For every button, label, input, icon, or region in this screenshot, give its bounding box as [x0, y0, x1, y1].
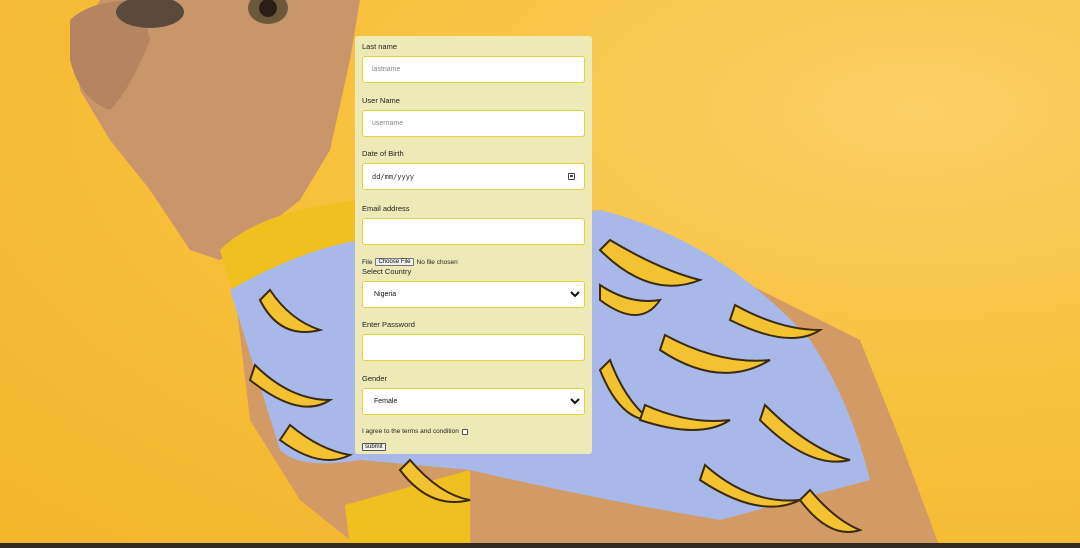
user-name-group: User Name username — [362, 96, 585, 137]
chevron-down-icon — [570, 397, 580, 407]
country-select[interactable]: Nigeria — [362, 281, 585, 308]
file-label: File — [362, 258, 373, 266]
gender-group: Gender Female — [362, 374, 585, 415]
terms-group: I agree to the terms and condition submi… — [362, 428, 585, 453]
dob-label: Date of Birth — [362, 149, 404, 158]
country-selected: Nigeria — [374, 291, 397, 298]
terms-row: I agree to the terms and condition — [362, 428, 585, 435]
submit-button[interactable]: submit — [362, 443, 386, 451]
last-name-placeholder: lastname — [372, 66, 401, 73]
email-label: Email address — [362, 204, 410, 213]
country-group: Select Country Nigeria — [362, 267, 585, 308]
terms-label: I agree to the terms and condition — [362, 428, 459, 435]
file-group: File Choose File No file chosen — [362, 258, 585, 266]
bottom-border — [0, 543, 1080, 548]
last-name-group: Last name lastname — [362, 42, 585, 83]
country-label: Select Country — [362, 267, 412, 276]
user-name-input[interactable]: username — [362, 110, 585, 137]
file-row: File Choose File No file chosen — [362, 258, 585, 266]
registration-form: Last name lastname User Name username Da… — [355, 36, 592, 454]
calendar-icon[interactable] — [568, 173, 575, 180]
gender-label: Gender — [362, 374, 388, 383]
choose-file-button[interactable]: Choose File — [375, 258, 414, 266]
last-name-label: Last name — [362, 42, 398, 51]
last-name-input[interactable]: lastname — [362, 56, 585, 83]
file-status: No file chosen — [416, 258, 458, 266]
terms-checkbox[interactable] — [461, 428, 468, 435]
dob-group: Date of Birth dd/mm/yyyy — [362, 149, 585, 190]
password-input[interactable] — [362, 334, 585, 361]
gender-selected: Female — [374, 398, 398, 405]
user-name-placeholder: username — [372, 120, 404, 127]
dob-placeholder: dd/mm/yyyy — [372, 172, 415, 181]
dob-input[interactable]: dd/mm/yyyy — [362, 163, 585, 190]
password-label: Enter Password — [362, 320, 415, 329]
password-group: Enter Password — [362, 320, 585, 361]
gender-select[interactable]: Female — [362, 388, 585, 415]
email-input[interactable] — [362, 218, 585, 245]
email-group: Email address — [362, 204, 585, 245]
chevron-down-icon — [570, 290, 580, 300]
user-name-label: User Name — [362, 96, 400, 105]
